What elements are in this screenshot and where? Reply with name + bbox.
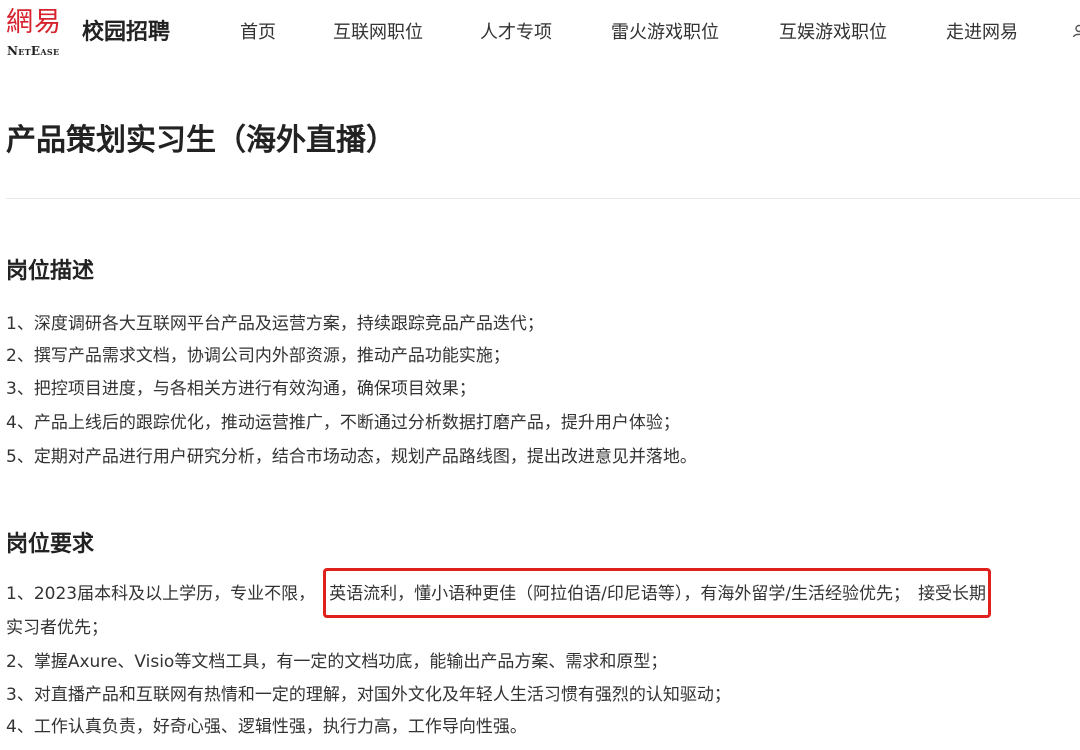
nav-item-about-netease[interactable]: 走进网易 [946,18,1018,48]
requirement-item: 3、对直播产品和互联网有热情和一定的理解，对国外文化及年轻人生活习惯有强烈的认知… [6,685,731,705]
description-item: 2、撰写产品需求文档，协调公司内外部资源，推动产品功能实施； [6,346,510,366]
requirement-item: 4、工作认真负责，好奇心强、逻辑性强，执行力高，工作导向性强。 [6,717,527,737]
requirements-heading: 岗位要求 [6,532,95,557]
description-item: 3、把控项目进度，与各相关方进行有效沟通，确保项目效果； [6,379,476,399]
title-divider [6,198,1080,199]
logo-english-text: NetEase [7,44,60,58]
nav-item-talent-special[interactable]: 人才专项 [480,18,552,48]
requirement-item-1-part2: 接受长期 [918,584,987,604]
description-item: 5、定期对产品进行用户研究分析，结合市场动态，规划产品路线图，提出改进意见并落地… [6,447,697,467]
requirement-item-1-continuation: 实习者优先； [6,618,108,638]
site-title[interactable]: 校园招聘 [82,18,170,48]
top-header: 網易 NetEase 校园招聘 首页 互联网职位 人才专项 雷火游戏职位 互娱游… [0,0,1080,64]
requirement-item-1-highlighted: 英语流利，懂小语种更佳（阿拉伯语/印尼语等），有海外留学/生活经验优先； [329,584,911,604]
description-item: 4、产品上线后的跟踪优化，推动运营推广，不断通过分析数据打磨产品，提升用户体验； [6,413,680,433]
netease-logo[interactable]: 網易 NetEase [6,6,78,62]
requirement-item-1-line: 1、2023届本科及以上学历，专业不限， 英语流利，懂小语种更佳（阿拉伯语/印尼语… [6,581,986,607]
nav-item-leihuo-games[interactable]: 雷火游戏职位 [611,18,719,48]
nav-item-huyu-games[interactable]: 互娱游戏职位 [779,18,887,48]
description-heading: 岗位描述 [6,259,95,284]
job-title: 产品策划实习生（海外直播） [6,123,396,158]
nav-item-home[interactable]: 首页 [240,18,276,48]
logo-chinese-text: 網易 [6,7,62,38]
nav-item-internet-jobs[interactable]: 互联网职位 [333,18,423,48]
user-icon[interactable] [1072,24,1080,38]
requirement-item: 2、掌握Axure、Visio等文档工具，有一定的文档功底，能输出产品方案、需求… [6,652,668,672]
description-item: 1、深度调研各大互联网平台产品及运营方案，持续跟踪竞品产品迭代； [6,314,544,334]
requirement-item-1-part1: 1、2023届本科及以上学历，专业不限， [6,584,316,604]
